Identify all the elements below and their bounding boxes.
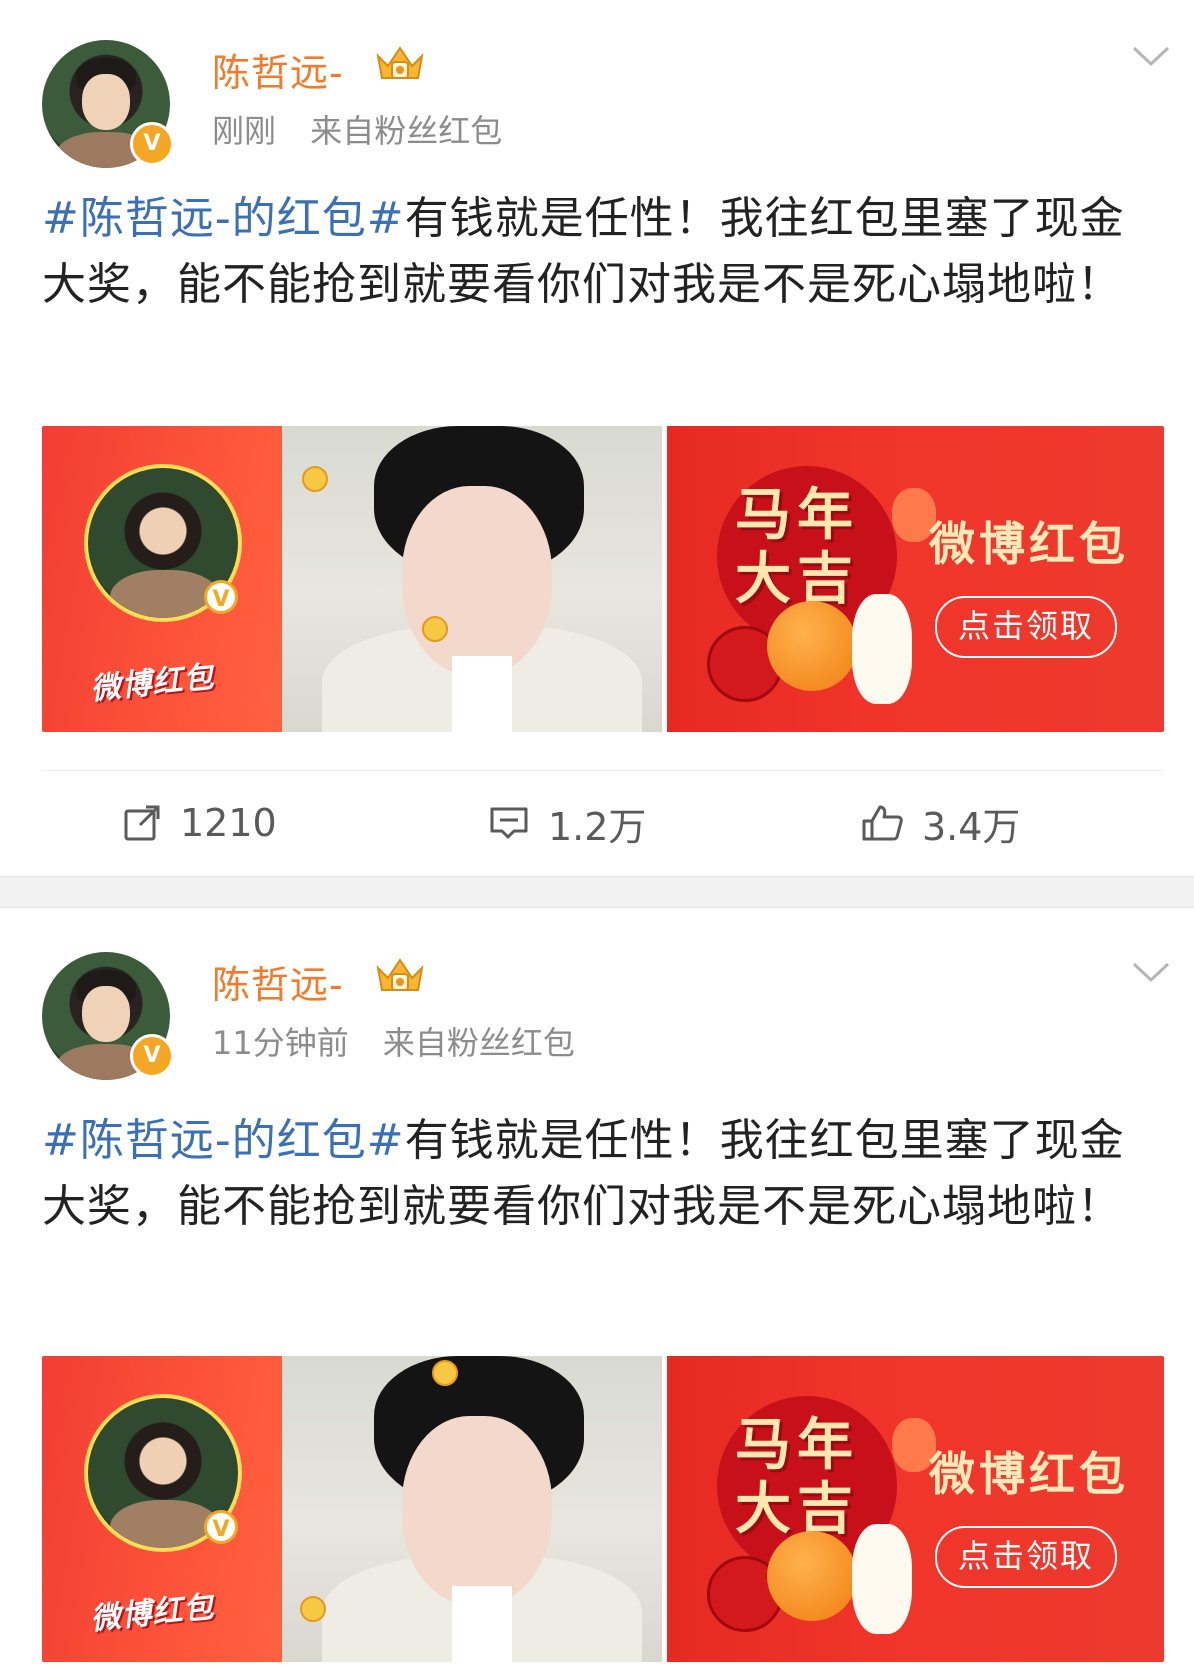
comment-count: 1.2万 <box>548 804 647 849</box>
post-meta: 11分钟前 来自粉丝红包 <box>212 1018 599 1064</box>
banner-logo: 微博红包 <box>88 659 216 708</box>
crown-icon <box>376 46 424 79</box>
post-time: 11分钟前 <box>212 1024 349 1062</box>
post-source: 来自粉丝红包 <box>310 112 503 150</box>
banner-logo: 微博红包 <box>88 1589 216 1638</box>
like-button[interactable]: 3.4万 <box>860 771 1020 875</box>
red-envelope-banner[interactable]: V 微博红包 马年大吉 微博红包 点击领取 <box>42 426 1164 732</box>
banner-title: 微博红包 <box>929 1447 1129 1501</box>
hashtag-link[interactable]: #陈哲远-的红包# <box>42 1115 405 1166</box>
comment-button[interactable]: 1.2万 <box>488 771 646 875</box>
chevron-down-icon[interactable] <box>1130 42 1172 70</box>
repost-button[interactable]: 1210 <box>122 771 277 875</box>
crown-icon <box>376 958 424 991</box>
verified-icon: V <box>130 122 174 166</box>
repost-icon <box>124 805 160 841</box>
lucky-text: 马年大吉 <box>735 483 859 612</box>
avatar[interactable]: V <box>42 40 174 168</box>
banner-title: 微博红包 <box>929 517 1129 571</box>
banner-photo <box>282 1356 662 1662</box>
post-text: #陈哲远-的红包#有钱就是任性！我往红包里塞了现金大奖，能不能抢到就要看你们对我… <box>42 1108 1162 1240</box>
verified-icon: V <box>130 1034 174 1078</box>
post-meta: 刚刚 来自粉丝红包 <box>212 106 526 152</box>
username[interactable]: 陈哲远- <box>212 42 344 97</box>
post-text: #陈哲远-的红包#有钱就是任性！我往红包里塞了现金大奖，能不能抢到就要看你们对我… <box>42 186 1162 318</box>
repost-count: 1210 <box>180 801 277 845</box>
banner-right-panel: 马年大吉 微博红包 点击领取 <box>667 426 1164 732</box>
hashtag-link[interactable]: #陈哲远-的红包# <box>42 193 405 244</box>
verified-icon: V <box>204 580 238 614</box>
lucky-text: 马年大吉 <box>735 1413 859 1542</box>
avatar[interactable]: V <box>42 952 174 1080</box>
verified-icon: V <box>204 1510 238 1544</box>
banner-right-panel: 马年大吉 微博红包 点击领取 <box>667 1356 1164 1662</box>
like-count: 3.4万 <box>922 804 1021 849</box>
post-time: 刚刚 <box>212 112 277 150</box>
banner-photo <box>282 426 662 732</box>
claim-button[interactable]: 点击领取 <box>935 596 1117 658</box>
claim-button[interactable]: 点击领取 <box>935 1526 1117 1588</box>
post-source: 来自粉丝红包 <box>382 1024 575 1062</box>
weibo-post: V 陈哲远- 刚刚 来自粉丝红包 #陈哲远-的红包#有钱就是任性！我往红包里塞了… <box>0 0 1194 876</box>
post-divider <box>0 876 1194 908</box>
like-icon <box>862 805 903 841</box>
username[interactable]: 陈哲远- <box>212 954 344 1009</box>
action-bar: 1210 1.2万 3.4万 <box>42 770 1164 875</box>
comment-icon <box>490 807 528 839</box>
red-envelope-banner[interactable]: V 微博红包 马年大吉 微博红包 点击领取 <box>42 1356 1164 1662</box>
chevron-down-icon[interactable] <box>1130 958 1172 986</box>
